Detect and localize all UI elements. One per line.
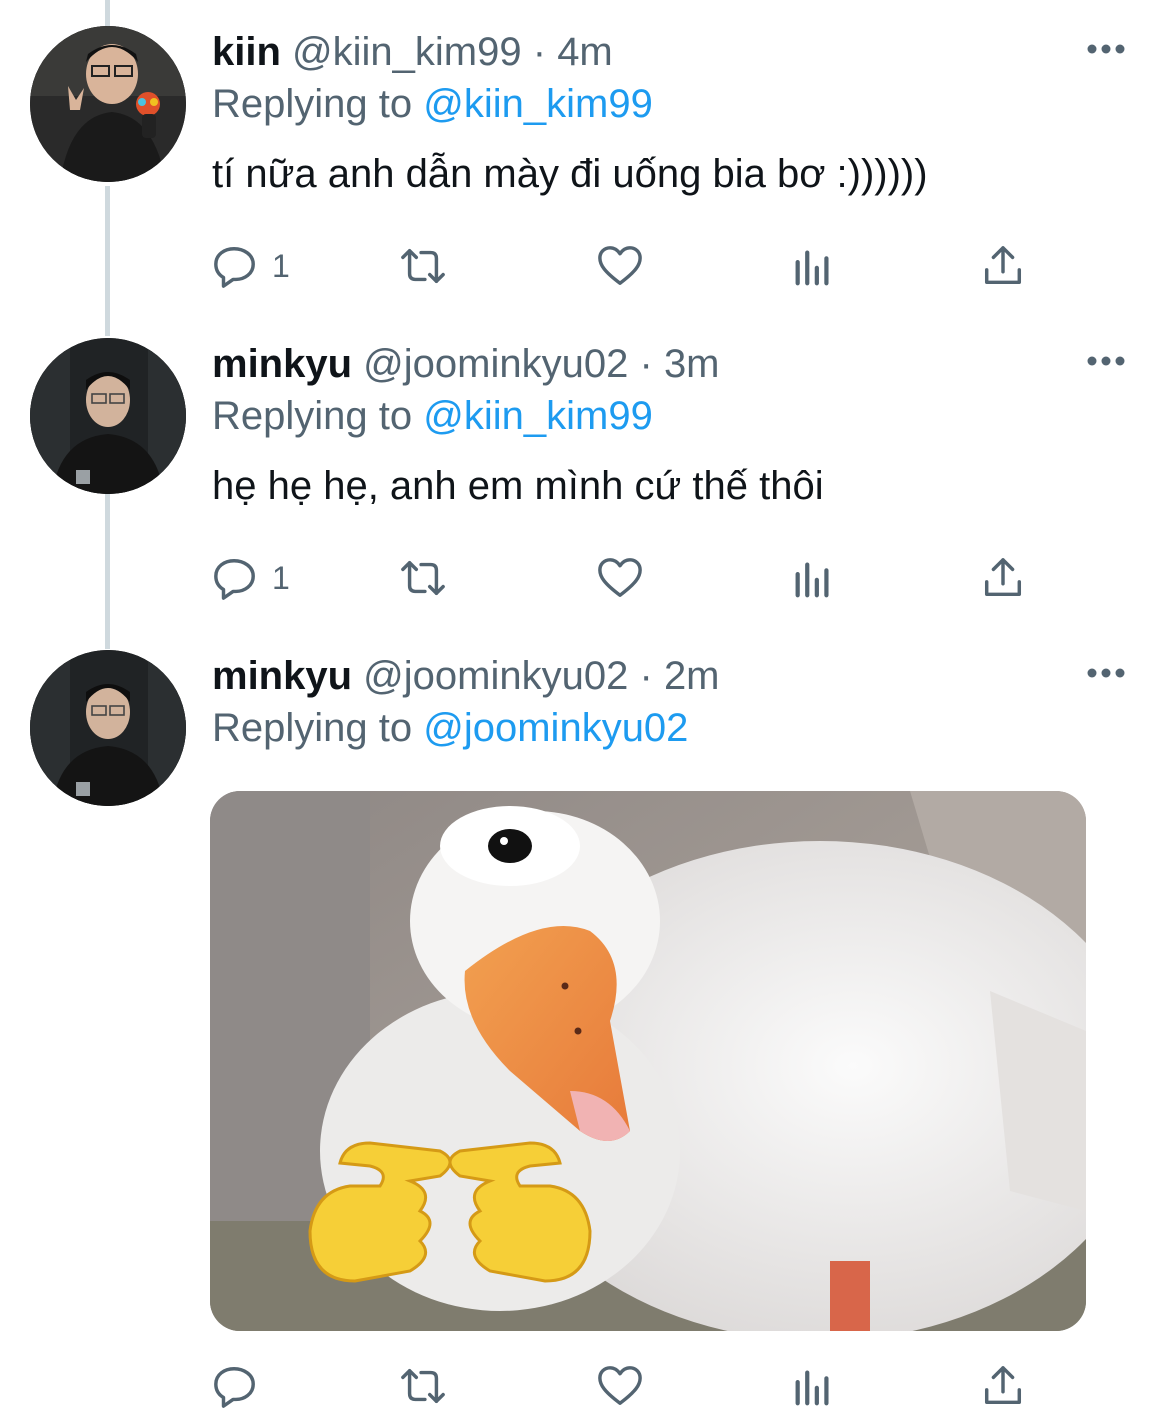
reply-button[interactable]: 1: [212, 548, 290, 608]
replying-mention[interactable]: @kiin_kim99: [423, 82, 653, 126]
separator-dot: ·: [532, 30, 547, 74]
replying-prefix: Replying to: [212, 394, 413, 438]
separator-dot: ·: [639, 654, 653, 698]
timestamp[interactable]: 4m: [557, 30, 613, 74]
tweet-media-image[interactable]: [210, 791, 1086, 1331]
person-avatar-icon: [30, 338, 186, 494]
reply-icon: [214, 559, 255, 600]
like-button[interactable]: [597, 1356, 643, 1416]
retweet-button[interactable]: [400, 236, 446, 296]
display-name[interactable]: kiin: [212, 30, 281, 74]
avatar[interactable]: [30, 338, 186, 494]
action-bar: [212, 1356, 1052, 1416]
tweet-text: hẹ hẹ hẹ, anh em mình cứ thế thôi: [212, 464, 824, 508]
avatar[interactable]: [30, 650, 186, 806]
tweet-content: minkyu @joominkyu02 · 2m Replying to @jo…: [212, 650, 1130, 754]
reply-icon: [214, 1367, 255, 1408]
separator-dot: ·: [639, 342, 653, 386]
person-avatar-icon: [30, 650, 186, 806]
action-bar: 1: [212, 236, 1052, 296]
reply-button[interactable]: 1: [212, 236, 290, 296]
more-icon[interactable]: [1086, 42, 1126, 56]
tweet[interactable]: minkyu @joominkyu02 · 3m Replying to @ki…: [0, 338, 1170, 618]
tweet-header: minkyu @joominkyu02 · 2m: [212, 650, 1130, 702]
replying-to: Replying to @kiin_kim99: [212, 390, 1130, 442]
like-button[interactable]: [597, 548, 643, 608]
reply-button[interactable]: [212, 1356, 258, 1416]
replying-prefix: Replying to: [212, 82, 413, 126]
retweet-icon: [401, 1368, 445, 1404]
user-handle[interactable]: @kiin_kim99: [292, 30, 522, 74]
retweet-button[interactable]: [400, 548, 446, 608]
heart-icon: [598, 558, 642, 597]
like-button[interactable]: [597, 236, 643, 296]
action-bar: 1: [212, 548, 1052, 608]
heart-icon: [598, 246, 642, 285]
avatar[interactable]: [30, 26, 186, 182]
tweet-content: minkyu @joominkyu02 · 3m Replying to @ki…: [212, 338, 1130, 512]
share-icon: [984, 246, 1022, 285]
timestamp[interactable]: 3m: [664, 342, 720, 386]
duck-photo: [210, 791, 1086, 1331]
display-name[interactable]: minkyu: [212, 342, 352, 386]
analytics-icon: [795, 250, 829, 286]
analytics-icon: [795, 1370, 829, 1406]
user-handle[interactable]: @joominkyu02: [363, 342, 628, 386]
heart-icon: [598, 1366, 642, 1405]
more-icon[interactable]: [1086, 666, 1126, 680]
share-button[interactable]: [980, 548, 1026, 608]
tweet-content: kiin @kiin_kim99 · 4m Replying to @kiin_…: [212, 26, 1130, 200]
retweet-icon: [401, 560, 445, 596]
user-handle[interactable]: @joominkyu02: [363, 654, 628, 698]
replying-to: Replying to @kiin_kim99: [212, 78, 1130, 130]
retweet-icon: [401, 248, 445, 284]
more-icon[interactable]: [1086, 354, 1126, 368]
analytics-icon: [795, 562, 829, 598]
reply-count: 1: [272, 247, 290, 284]
retweet-button[interactable]: [400, 1356, 446, 1416]
replying-prefix: Replying to: [212, 706, 413, 750]
tweet[interactable]: kiin @kiin_kim99 · 4m Replying to @kiin_…: [0, 26, 1170, 306]
reply-icon: [214, 247, 255, 288]
share-icon: [984, 1366, 1022, 1405]
replying-mention[interactable]: @joominkyu02: [423, 706, 688, 750]
share-button[interactable]: [980, 1356, 1026, 1416]
share-icon: [984, 558, 1022, 597]
tweet-text: tí nữa anh dẫn mày đi uống bia bơ :)))))…: [212, 152, 928, 196]
views-button[interactable]: [790, 1356, 836, 1416]
person-avatar-icon: [30, 26, 186, 182]
share-button[interactable]: [980, 236, 1026, 296]
replying-mention[interactable]: @kiin_kim99: [423, 394, 653, 438]
tweet-header: kiin @kiin_kim99 · 4m: [212, 26, 1130, 78]
views-button[interactable]: [790, 236, 836, 296]
tweet-header: minkyu @joominkyu02 · 3m: [212, 338, 1130, 390]
display-name[interactable]: minkyu: [212, 654, 352, 698]
reply-count: 1: [272, 559, 290, 596]
replying-to: Replying to @joominkyu02: [212, 702, 1130, 754]
views-button[interactable]: [790, 548, 836, 608]
timestamp[interactable]: 2m: [664, 654, 720, 698]
